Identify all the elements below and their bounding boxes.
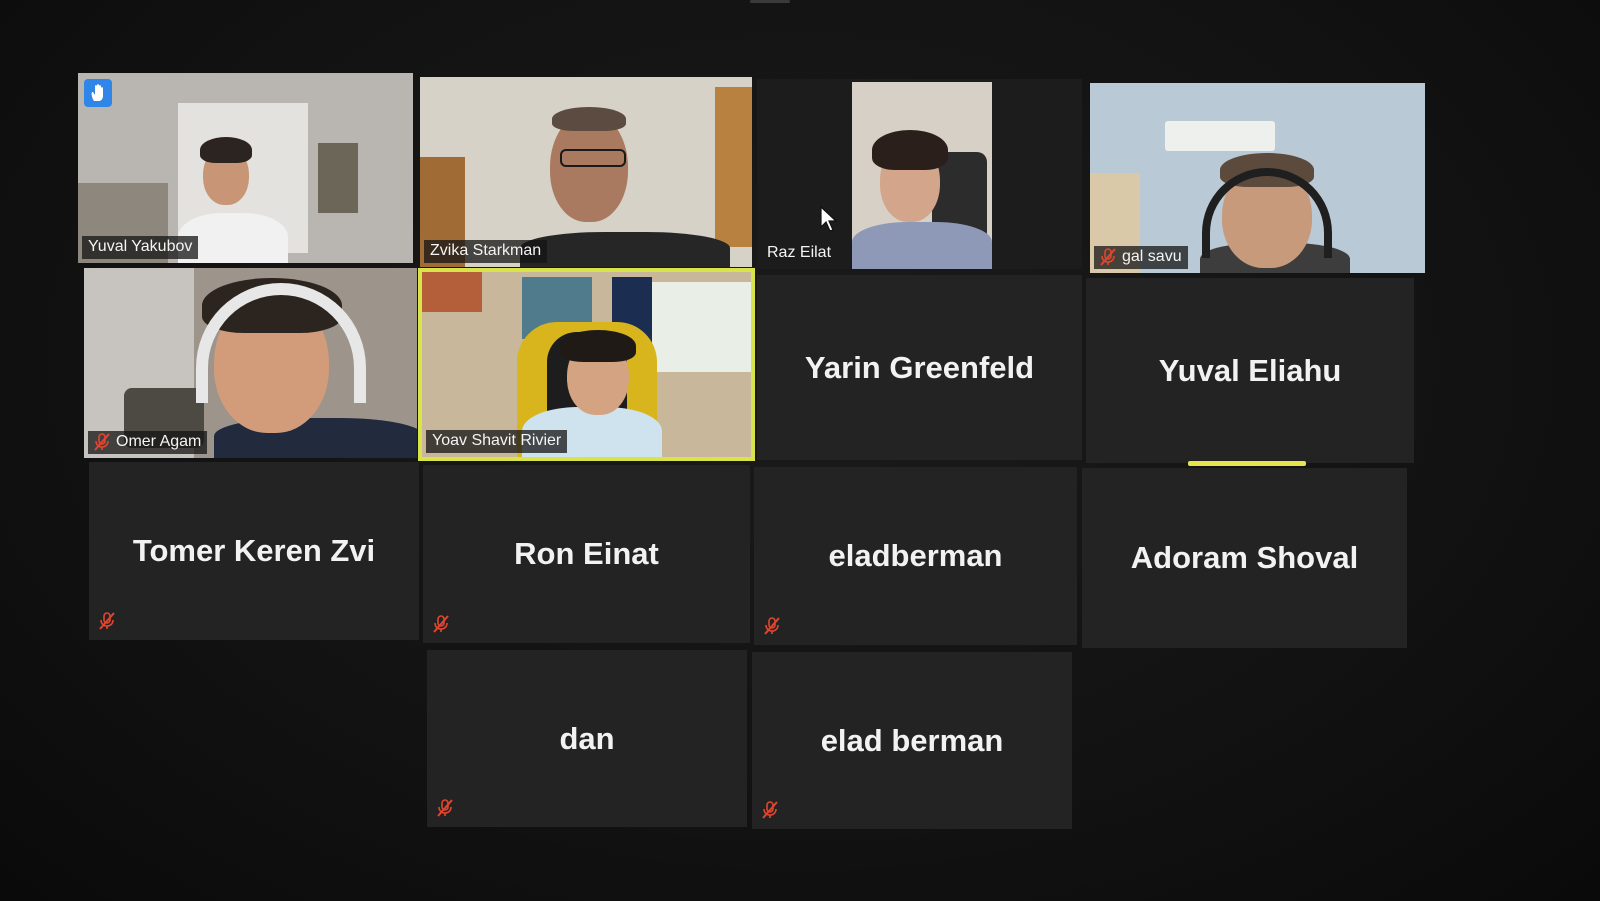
participant-tile-yoav-shavit-rivier[interactable]: Yoav Shavit Rivier: [418, 268, 755, 461]
participant-name: elad berman: [820, 722, 1004, 758]
microphone-muted-icon: [99, 612, 115, 630]
participant-name-label: Omer Agam: [88, 431, 208, 454]
video-feed: [757, 79, 1082, 269]
participant-tile-zvika-starkman[interactable]: Zvika Starkman: [420, 77, 752, 267]
top-handle: [750, 0, 790, 3]
participant-name: Adoram Shoval: [1130, 540, 1359, 575]
participant-name: Omer Agam: [116, 433, 202, 450]
participant-tile-elad-berman[interactable]: elad berman: [752, 652, 1072, 829]
participant-name-label: gal savu: [1094, 246, 1188, 269]
participant-name: Ron Einat: [514, 536, 659, 571]
participant-tile-yuval-yakubov[interactable]: Yuval Yakubov: [78, 73, 413, 263]
video-feed: [420, 77, 752, 267]
raise-hand-icon: [84, 79, 112, 107]
participant-name-label: Yuval Yakubov: [82, 236, 199, 259]
speaking-indicator-bar: [1188, 461, 1306, 466]
participant-name-label: Yoav Shavit Rivier: [426, 430, 568, 453]
participant-name: Raz Eilat: [767, 244, 832, 261]
video-feed: [1090, 83, 1425, 273]
participant-tile-ron-einat[interactable]: Ron Einat: [423, 465, 750, 643]
participant-name: Yoav Shavit Rivier: [432, 432, 562, 449]
participant-name: Yarin Greenfeld: [804, 349, 1035, 385]
meeting-gallery-view: Yuval Yakubov Zvika Starkman Raz Eilat g…: [0, 0, 1600, 901]
participant-name: Zvika Starkman: [430, 242, 542, 259]
participant-tile-raz-eilat[interactable]: Raz Eilat: [757, 79, 1082, 269]
microphone-muted-icon: [437, 799, 453, 817]
participant-tile-omer-agam[interactable]: Omer Agam: [84, 268, 417, 458]
mouse-pointer-icon: [820, 206, 838, 232]
participant-tile-yarin-greenfeld[interactable]: Yarin Greenfeld: [757, 275, 1082, 460]
participant-tile-eladberman[interactable]: eladberman: [754, 467, 1077, 645]
participant-tile-dan[interactable]: dan: [427, 650, 747, 827]
participant-tile-gal-savu[interactable]: gal savu: [1090, 83, 1425, 273]
participant-name: gal savu: [1122, 248, 1182, 265]
participant-tile-yuval-eliahu[interactable]: Yuval Eliahu: [1086, 278, 1414, 463]
video-feed: [78, 73, 413, 263]
participant-tile-tomer-keren-zvi[interactable]: Tomer Keren Zvi: [89, 462, 419, 640]
microphone-muted-icon: [762, 801, 778, 819]
participant-name: dan: [559, 720, 615, 756]
participant-name: Yuval Eliahu: [1158, 352, 1342, 388]
participant-name-label: Zvika Starkman: [424, 240, 548, 263]
microphone-muted-icon: [433, 615, 449, 633]
participant-name: eladberman: [828, 538, 1003, 573]
participant-tile-adoram-shoval[interactable]: Adoram Shoval: [1082, 468, 1407, 648]
microphone-muted-icon: [1100, 248, 1116, 266]
participant-name: Tomer Keren Zvi: [132, 533, 376, 568]
participant-name-label: Raz Eilat: [761, 242, 837, 265]
microphone-muted-icon: [764, 617, 780, 635]
microphone-muted-icon: [94, 433, 110, 451]
participant-name: Yuval Yakubov: [88, 238, 193, 255]
video-feed: [84, 268, 417, 458]
